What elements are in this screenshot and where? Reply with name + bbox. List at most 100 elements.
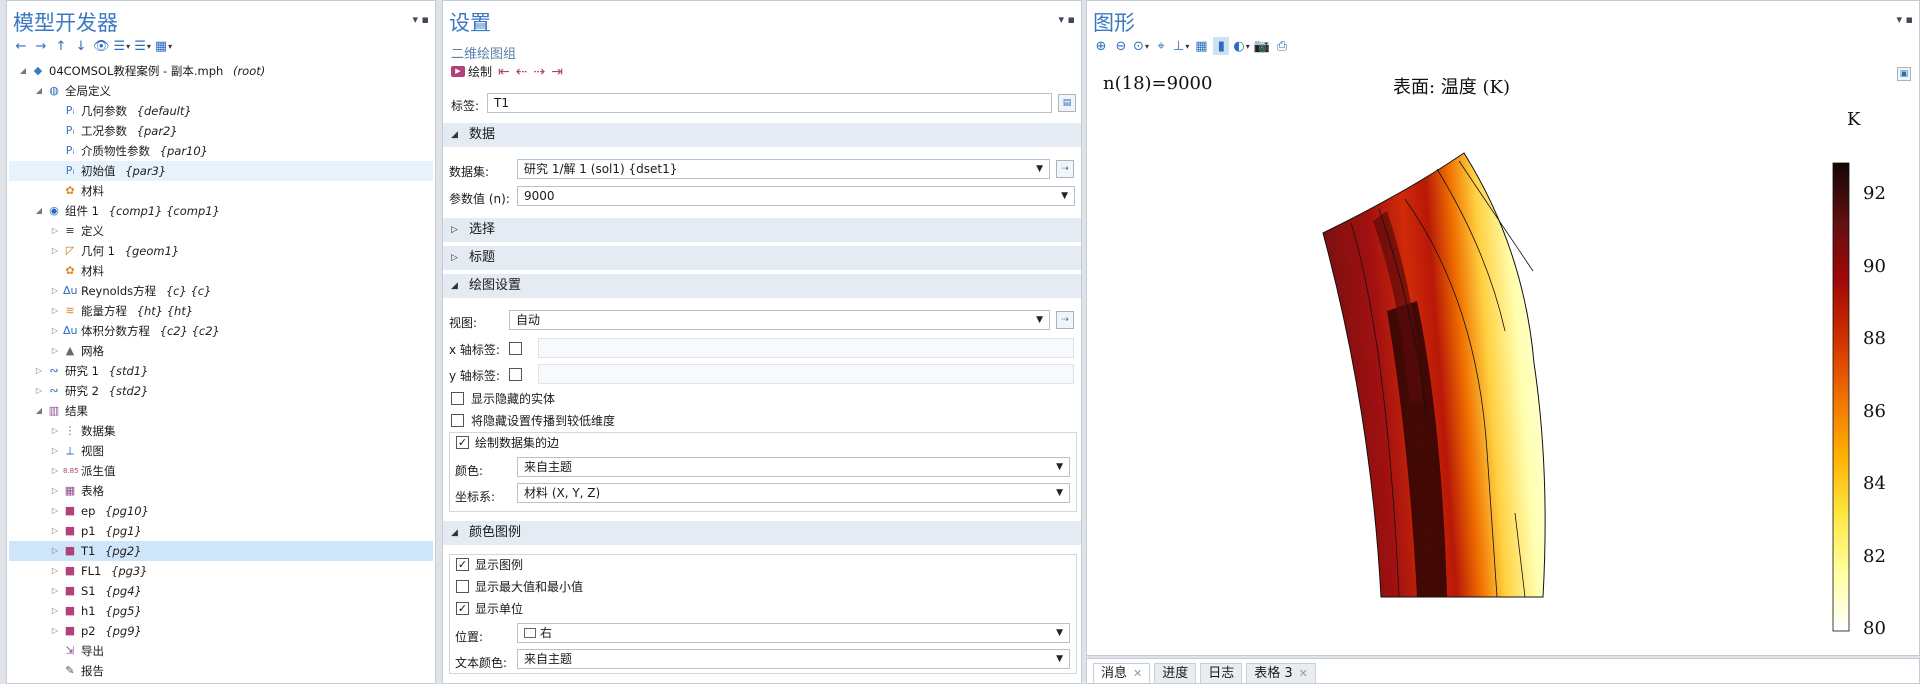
tree-item[interactable]: ▷ ⋮ 数据集 bbox=[9, 421, 433, 441]
next-icon[interactable]: ⇢ bbox=[533, 64, 545, 80]
label-input[interactable]: T1 bbox=[487, 93, 1052, 113]
tree-item[interactable]: ▷ 8.85 派生值 bbox=[9, 461, 433, 481]
tree-item[interactable]: ▷ ∾ 研究 1 {std1} bbox=[9, 361, 433, 381]
view-select[interactable]: 自动 ▼ bbox=[509, 310, 1050, 330]
param-select[interactable]: 9000 ▼ bbox=[517, 186, 1075, 206]
tree-item[interactable]: ▷ ■ FL1 {pg3} bbox=[9, 561, 433, 581]
section-plot-settings[interactable]: ◢ 绘图设置 bbox=[443, 274, 1081, 298]
move-up-icon[interactable]: ↑ bbox=[53, 37, 69, 55]
tree-item[interactable]: ✎ 报告 bbox=[9, 661, 433, 681]
close-icon[interactable]: ✕ bbox=[1299, 667, 1308, 680]
collapsed-icon[interactable]: ▷ bbox=[49, 501, 61, 521]
tree-item[interactable]: ▷ ≋ 能量方程 {ht} {ht} bbox=[9, 301, 433, 321]
expanded-icon[interactable]: ◢ bbox=[33, 201, 45, 221]
surface-plot[interactable] bbox=[1087, 1, 1920, 641]
frame-select[interactable]: 材料 (X, Y, Z) ▼ bbox=[517, 483, 1070, 503]
tree-item[interactable]: ▷ ∾ 研究 2 {std2} bbox=[9, 381, 433, 401]
collapsed-icon[interactable]: ▷ bbox=[49, 621, 61, 641]
first-icon[interactable]: ⇤ bbox=[498, 64, 510, 80]
section-color-legend[interactable]: ◢ 颜色图例 bbox=[443, 521, 1081, 545]
collapsed-icon[interactable]: ▷ bbox=[49, 601, 61, 621]
go-to-view-icon[interactable]: ⇢ bbox=[1056, 311, 1074, 329]
tree-item[interactable]: ▷ ▦ 表格 bbox=[9, 481, 433, 501]
tree-item[interactable]: ▷ ■ T1 {pg2} bbox=[9, 541, 433, 561]
collapsed-icon[interactable]: ▷ bbox=[49, 301, 61, 321]
tree-item[interactable]: Pᵢ 介质物性参数 {par10} bbox=[9, 141, 433, 161]
tree-item[interactable]: ▷ ■ S1 {pg4} bbox=[9, 581, 433, 601]
tree-item[interactable]: ✿ 材料 bbox=[9, 181, 433, 201]
tree-item[interactable]: ◢ ◆ 04COMSOL教程案例 - 副本.mph (root) bbox=[9, 61, 433, 81]
tree-item[interactable]: ▷ ≡ 定义 bbox=[9, 221, 433, 241]
section-selection[interactable]: ▷ 选择 bbox=[443, 218, 1081, 242]
expand-sections-icon[interactable]: ☰ bbox=[114, 37, 131, 55]
collapsed-icon[interactable]: ▷ bbox=[49, 541, 61, 561]
tree-item[interactable]: ▷ ■ ep {pg10} bbox=[9, 501, 433, 521]
back-arrow-icon[interactable]: ← bbox=[13, 37, 29, 55]
collapsed-icon[interactable]: ▷ bbox=[49, 481, 61, 501]
show-icon[interactable]: 👁 bbox=[93, 37, 110, 55]
bottom-tab[interactable]: 日志 bbox=[1200, 663, 1243, 683]
close-icon[interactable]: ✕ bbox=[1133, 667, 1142, 680]
tree-item[interactable]: ▷ ⟂ 视图 bbox=[9, 441, 433, 461]
xaxis-checkbox[interactable] bbox=[509, 342, 522, 355]
show-legend-checkbox[interactable]: ✓ bbox=[456, 558, 469, 571]
bottom-tab[interactable]: 表格 3 ✕ bbox=[1246, 663, 1316, 683]
collapsed-icon[interactable]: ▷ bbox=[49, 521, 61, 541]
plot-button[interactable]: ▶ 绘制 bbox=[451, 63, 492, 80]
previous-icon[interactable]: ⇠ bbox=[516, 64, 528, 80]
bottom-tab[interactable]: 进度 bbox=[1154, 663, 1197, 683]
collapsed-icon[interactable]: ▷ bbox=[33, 381, 45, 401]
tree-item[interactable]: ▷ ◸ 几何 1 {geom1} bbox=[9, 241, 433, 261]
collapse-sections-icon[interactable]: ☰ bbox=[134, 37, 151, 55]
tree-item[interactable]: ▷ ■ h1 {pg5} bbox=[9, 601, 433, 621]
expanded-icon[interactable]: ◢ bbox=[33, 401, 45, 421]
color-select[interactable]: 来自主题 ▼ bbox=[517, 457, 1070, 477]
bottom-tab[interactable]: 消息 ✕ bbox=[1093, 663, 1151, 683]
tree-options-icon[interactable]: ▦ bbox=[155, 37, 172, 55]
section-data[interactable]: ◢ 数据 bbox=[443, 123, 1081, 147]
dataset-select[interactable]: 研究 1/解 1 (sol1) {dset1} ▼ bbox=[517, 159, 1050, 179]
propagate-hidden-checkbox[interactable] bbox=[451, 414, 464, 427]
go-to-source-icon[interactable]: ⇢ bbox=[1056, 160, 1074, 178]
collapsed-icon[interactable]: ▷ bbox=[49, 281, 61, 301]
tree-item[interactable]: Pᵢ 工况参数 {par2} bbox=[9, 121, 433, 141]
panel-menu-icon[interactable]: ▾ ▪ bbox=[1059, 13, 1075, 26]
collapsed-icon[interactable]: ▷ bbox=[49, 581, 61, 601]
move-down-icon[interactable]: ↓ bbox=[73, 37, 89, 55]
last-icon[interactable]: ⇥ bbox=[551, 64, 563, 80]
tree-item[interactable]: ◢ ▥ 结果 bbox=[9, 401, 433, 421]
collapsed-icon[interactable]: ▷ bbox=[33, 361, 45, 381]
yaxis-checkbox[interactable] bbox=[509, 368, 522, 381]
tree-item[interactable]: ◢ ◍ 全局定义 bbox=[9, 81, 433, 101]
tree-item[interactable]: ⇲ 导出 bbox=[9, 641, 433, 661]
tree-item[interactable]: ✿ 材料 bbox=[9, 261, 433, 281]
collapsed-icon[interactable]: ▷ bbox=[49, 561, 61, 581]
forward-arrow-icon[interactable]: → bbox=[33, 37, 49, 55]
plot-edges-checkbox[interactable]: ✓ bbox=[456, 436, 469, 449]
section-title-section[interactable]: ▷ 标题 bbox=[443, 246, 1081, 270]
tree-item[interactable]: ◢ ◉ 组件 1 {comp1} {comp1} bbox=[9, 201, 433, 221]
tree-item[interactable]: Pᵢ 几何参数 {default} bbox=[9, 101, 433, 121]
position-select[interactable]: 右 ▼ bbox=[517, 623, 1070, 643]
expanded-icon[interactable]: ◢ bbox=[17, 61, 29, 81]
xaxis-input[interactable] bbox=[538, 338, 1074, 358]
collapsed-icon[interactable]: ▷ bbox=[49, 221, 61, 241]
tree-item[interactable]: Pᵢ 初始值 {par3} bbox=[9, 161, 433, 181]
tree-item[interactable]: ▷ Δu 体积分数方程 {c2} {c2} bbox=[9, 321, 433, 341]
show-units-checkbox[interactable]: ✓ bbox=[456, 602, 469, 615]
show-maxmin-checkbox[interactable] bbox=[456, 580, 469, 593]
collapsed-icon[interactable]: ▷ bbox=[49, 241, 61, 261]
collapsed-icon[interactable]: ▷ bbox=[49, 461, 61, 481]
yaxis-input[interactable] bbox=[538, 364, 1074, 384]
collapsed-icon[interactable]: ▷ bbox=[49, 321, 61, 341]
label-options-icon[interactable]: ▤ bbox=[1058, 94, 1076, 112]
tree-item[interactable]: ▷ ■ p1 {pg1} bbox=[9, 521, 433, 541]
textcolor-select[interactable]: 来自主题 ▼ bbox=[517, 649, 1070, 669]
tree-item[interactable]: ▷ ▲ 网格 bbox=[9, 341, 433, 361]
collapsed-icon[interactable]: ▷ bbox=[49, 421, 61, 441]
collapsed-icon[interactable]: ▷ bbox=[49, 341, 61, 361]
panel-menu-icon[interactable]: ▾ ▪ bbox=[413, 13, 429, 26]
expanded-icon[interactable]: ◢ bbox=[33, 81, 45, 101]
tree-item[interactable]: ▷ Δu Reynolds方程 {c} {c} bbox=[9, 281, 433, 301]
tree-item[interactable]: ▷ ■ p2 {pg9} bbox=[9, 621, 433, 641]
